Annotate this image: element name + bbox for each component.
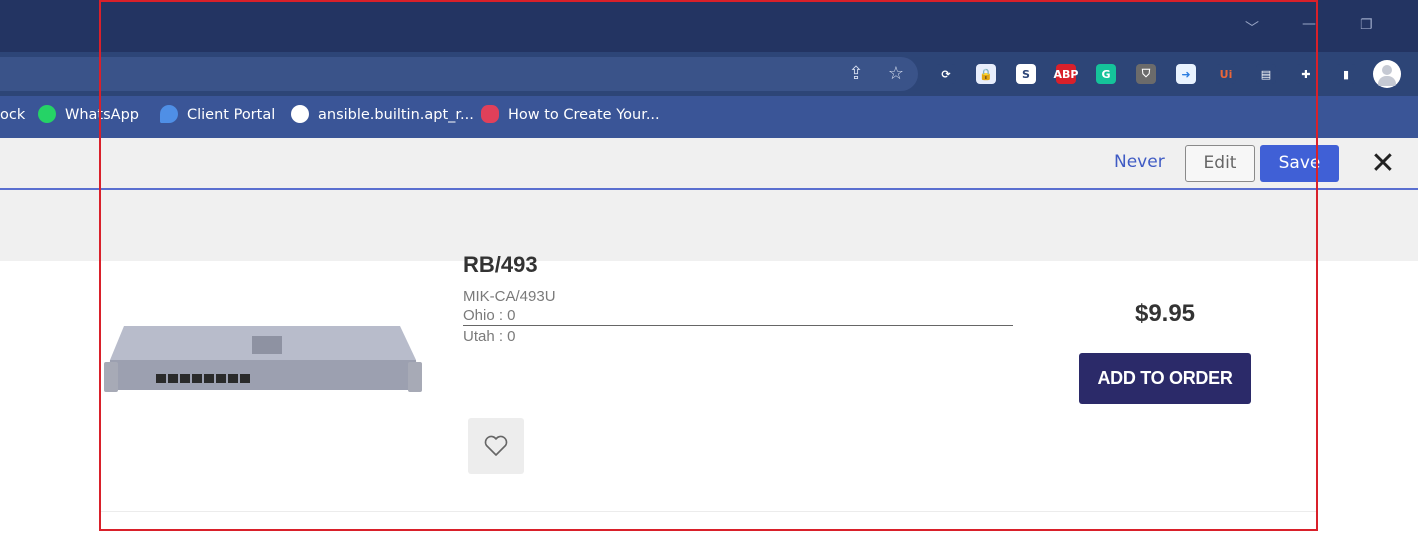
avatar-head-icon	[1382, 65, 1392, 75]
document-extension-icon[interactable]: ▤	[1256, 64, 1276, 84]
restore-window-icon[interactable]: ❐	[1360, 17, 1373, 33]
avatar-body-icon	[1378, 76, 1396, 86]
product-title[interactable]: RB/493	[463, 252, 538, 278]
uipath-icon[interactable]: Ui	[1216, 64, 1236, 84]
client-portal-icon	[160, 104, 178, 123]
bookmark-star-icon[interactable]: ☆	[883, 57, 909, 91]
screen-capture-icon[interactable]: ➜	[1176, 64, 1196, 84]
bookmark-item-ansible[interactable]: ansible.builtin.apt_r...	[291, 96, 474, 134]
edit-button[interactable]: Edit	[1185, 145, 1255, 182]
omnibox[interactable]	[0, 57, 918, 91]
stock-utah: Utah : 0	[463, 328, 516, 345]
side-panel-icon[interactable]: ▮	[1336, 64, 1356, 84]
shield-extension-icon[interactable]: ⛉	[1136, 64, 1156, 84]
network-switch-image	[104, 326, 422, 392]
bookmark-item-whatsapp[interactable]: WhatsApp	[38, 96, 139, 134]
row-divider	[100, 511, 1316, 512]
share-icon[interactable]: ⇪	[843, 57, 869, 91]
profile-avatar[interactable]	[1373, 60, 1401, 88]
site-icon	[481, 104, 499, 123]
lock-extension-icon[interactable]: 🔒	[976, 64, 996, 84]
tab-strip	[0, 0, 1418, 52]
never-button[interactable]: Never	[1114, 152, 1165, 172]
add-to-order-button[interactable]: ADD TO ORDER	[1079, 353, 1251, 404]
stock-ohio: Ohio : 0	[463, 307, 516, 324]
grammarly-icon[interactable]: G	[1096, 64, 1116, 84]
page-header-band	[0, 190, 1418, 261]
minimize-icon[interactable]: —	[1302, 16, 1316, 32]
wishlist-button[interactable]	[468, 418, 524, 474]
heart-icon	[484, 435, 508, 456]
s-extension-icon[interactable]: S	[1016, 64, 1036, 84]
close-icon[interactable]: ✕	[1368, 145, 1398, 182]
bookmark-item[interactable]: ock	[0, 96, 25, 134]
product-image[interactable]	[104, 320, 422, 400]
globe-icon	[291, 104, 309, 123]
adblock-plus-icon[interactable]: ABP	[1054, 64, 1078, 84]
tab-search-chevron-icon[interactable]: ﹀	[1245, 18, 1259, 38]
puzzle-extensions-icon[interactable]: ✚	[1296, 64, 1316, 84]
sync-extension-icon[interactable]: ⟳	[936, 64, 956, 84]
bookmark-item-how-to-create[interactable]: How to Create Your...	[481, 96, 660, 134]
whatsapp-icon	[38, 104, 56, 123]
product-sku: MIK-CA/493U	[463, 288, 556, 305]
product-price: $9.95	[1134, 300, 1196, 327]
bookmark-item-client-portal[interactable]: Client Portal	[160, 96, 275, 134]
save-button[interactable]: Save	[1260, 145, 1339, 182]
stock-divider	[463, 325, 1013, 326]
